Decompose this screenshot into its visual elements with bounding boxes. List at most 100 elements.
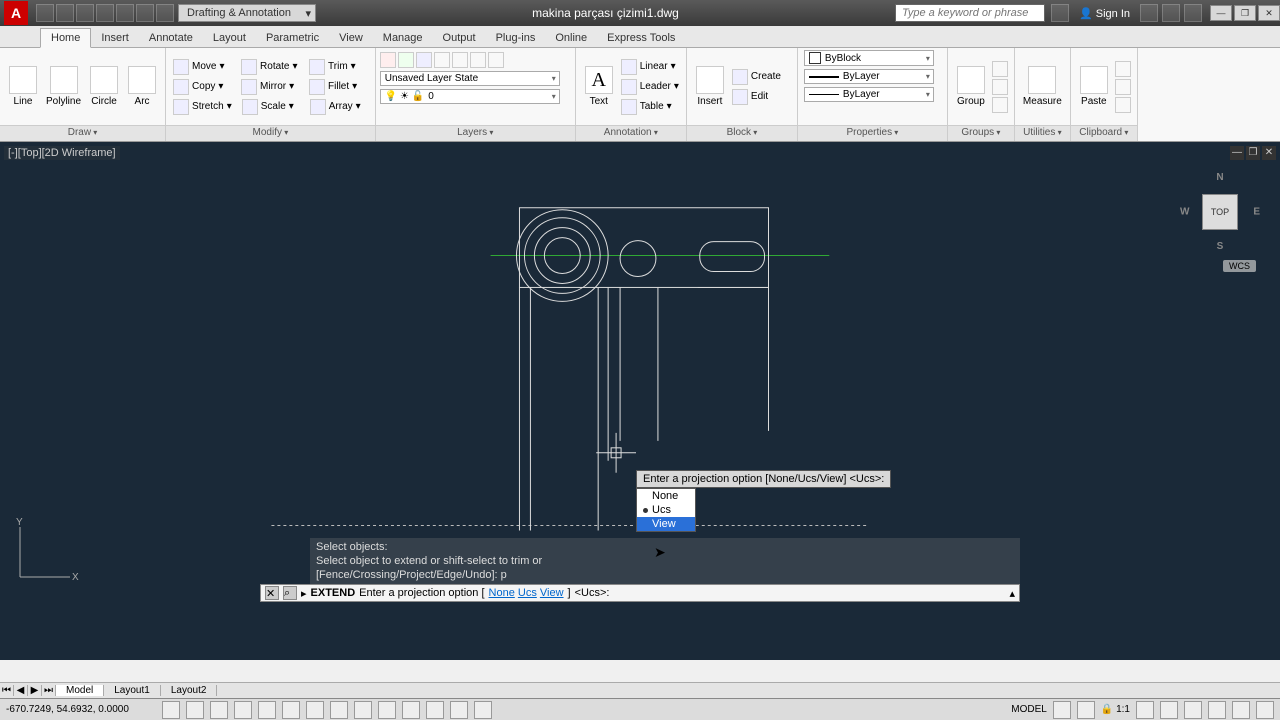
tab-express-tools[interactable]: Express Tools (597, 29, 685, 47)
tab-view[interactable]: View (329, 29, 373, 47)
infocenter-icon[interactable] (1051, 4, 1069, 22)
status-otrack-icon[interactable] (330, 701, 348, 719)
stretch-tool[interactable]: Stretch ▾ (172, 98, 233, 116)
tab-output[interactable]: Output (433, 29, 486, 47)
text-tool[interactable]: AText (582, 64, 616, 109)
status-space[interactable]: MODEL (1011, 704, 1047, 715)
prompt-option-view[interactable]: View (637, 517, 695, 531)
status-lwt-icon[interactable] (402, 701, 420, 719)
app-logo[interactable]: A (4, 1, 28, 25)
linear-tool[interactable]: Linear ▾ (620, 58, 680, 76)
layout-tab-layout2[interactable]: Layout2 (161, 685, 218, 696)
block-edit-tool[interactable]: Edit (731, 88, 791, 106)
workspace-selector[interactable]: Drafting & Annotation (178, 4, 316, 22)
tab-nav-prev-icon[interactable]: ◀ (14, 685, 28, 696)
layer-lock-icon[interactable] (470, 52, 486, 68)
panel-title-utilities[interactable]: Utilities (1015, 125, 1070, 141)
panel-title-annotation[interactable]: Annotation (576, 125, 686, 141)
panel-title-modify[interactable]: Modify (166, 125, 375, 141)
cmdopt-ucs[interactable]: Ucs (518, 587, 537, 599)
layer-current-dropdown[interactable]: 💡 ☀ 🔓 0 (380, 89, 560, 104)
match-icon[interactable] (1115, 97, 1131, 113)
cmdline-recent-icon[interactable]: ⌕ (283, 586, 297, 600)
status-ducs-icon[interactable] (354, 701, 372, 719)
paste-tool[interactable]: Paste (1077, 64, 1111, 109)
stayconnected-icon[interactable] (1162, 4, 1180, 22)
group-edit-icon[interactable] (992, 61, 1008, 77)
help-search-input[interactable] (895, 4, 1045, 22)
tab-online[interactable]: Online (545, 29, 597, 47)
group-bbox-icon[interactable] (992, 97, 1008, 113)
layout-tab-layout1[interactable]: Layout1 (104, 685, 161, 696)
qat-save-icon[interactable] (76, 4, 94, 22)
panel-title-layers[interactable]: Layers (376, 125, 575, 141)
tab-nav-last-icon[interactable]: ⏭ (42, 685, 56, 696)
rotate-tool[interactable]: Rotate ▾ (240, 58, 300, 76)
status-hw-icon[interactable] (1208, 701, 1226, 719)
signin-button[interactable]: 👤 Sign In (1073, 7, 1136, 20)
tab-nav-next-icon[interactable]: ▶ (28, 685, 42, 696)
status-annoscale[interactable]: 🔒 1:1 (1101, 704, 1130, 715)
group-ungroup-icon[interactable] (992, 79, 1008, 95)
status-ws-icon[interactable] (1160, 701, 1178, 719)
qat-redo-icon[interactable] (156, 4, 174, 22)
layer-iso-icon[interactable] (416, 52, 432, 68)
measure-tool[interactable]: Measure (1021, 64, 1064, 109)
scale-tool[interactable]: Scale ▾ (241, 98, 301, 116)
cmdline-close-icon[interactable]: ✕ (265, 586, 279, 600)
tab-home[interactable]: Home (40, 28, 91, 48)
circle-tool[interactable]: Circle (87, 64, 121, 109)
array-tool[interactable]: Array ▾ (309, 98, 369, 116)
color-dropdown[interactable]: ByBlock (804, 50, 934, 66)
status-ortho-icon[interactable] (234, 701, 252, 719)
group-tool[interactable]: Group (954, 64, 988, 109)
layer-prop-icon[interactable] (380, 52, 396, 68)
status-iso-icon[interactable] (1232, 701, 1250, 719)
qat-plot-icon[interactable] (116, 4, 134, 22)
panel-title-properties[interactable]: Properties (798, 125, 947, 141)
window-restore-button[interactable]: ❐ (1234, 5, 1256, 21)
status-layout-icon[interactable] (1053, 701, 1071, 719)
status-3dosnap-icon[interactable] (306, 701, 324, 719)
qat-saveas-icon[interactable] (96, 4, 114, 22)
status-annovis-icon[interactable] (1136, 701, 1154, 719)
layer-off-icon[interactable] (452, 52, 468, 68)
qat-undo-icon[interactable] (136, 4, 154, 22)
cmdline-expand-icon[interactable]: ▴ (1009, 587, 1015, 600)
status-clean-icon[interactable] (1256, 701, 1274, 719)
tab-insert[interactable]: Insert (91, 29, 139, 47)
fillet-tool[interactable]: Fillet ▾ (308, 78, 368, 96)
linetype-dropdown[interactable]: ByLayer (804, 69, 934, 84)
tab-plug-ins[interactable]: Plug-ins (486, 29, 546, 47)
panel-title-groups[interactable]: Groups (948, 125, 1014, 141)
arc-tool[interactable]: Arc (125, 64, 159, 109)
layer-freeze-icon[interactable] (434, 52, 450, 68)
layer-match-icon[interactable] (488, 52, 504, 68)
trim-tool[interactable]: Trim ▾ (308, 58, 368, 76)
cmdopt-view[interactable]: View (540, 587, 564, 599)
qat-new-icon[interactable] (36, 4, 54, 22)
status-lock-icon[interactable] (1184, 701, 1202, 719)
status-dyn-icon[interactable] (378, 701, 396, 719)
window-minimize-button[interactable]: — (1210, 5, 1232, 21)
status-grid-icon[interactable] (210, 701, 228, 719)
status-coordinates[interactable]: -670.7249, 54.6932, 0.0000 (6, 704, 156, 715)
qat-open-icon[interactable] (56, 4, 74, 22)
command-line[interactable]: ✕ ⌕ ▸ EXTEND Enter a projection option [… (260, 584, 1020, 602)
prompt-option-none[interactable]: None (637, 489, 695, 503)
panel-title-clipboard[interactable]: Clipboard (1071, 125, 1137, 141)
prompt-option-ucs[interactable]: Ucs (637, 503, 695, 517)
status-tpy-icon[interactable] (426, 701, 444, 719)
panel-title-block[interactable]: Block (687, 125, 797, 141)
tab-manage[interactable]: Manage (373, 29, 433, 47)
polyline-tool[interactable]: Polyline (44, 64, 83, 109)
tab-nav-first-icon[interactable]: ⏮ (0, 685, 14, 696)
panel-title-draw[interactable]: Draw (0, 125, 165, 141)
lineweight-dropdown[interactable]: ByLayer (804, 87, 934, 102)
status-polar-icon[interactable] (258, 701, 276, 719)
layer-state-dropdown[interactable]: Unsaved Layer State (380, 71, 560, 86)
help-icon[interactable] (1184, 4, 1202, 22)
line-tool[interactable]: Line (6, 64, 40, 109)
mirror-tool[interactable]: Mirror ▾ (240, 78, 300, 96)
window-close-button[interactable]: ✕ (1258, 5, 1280, 21)
